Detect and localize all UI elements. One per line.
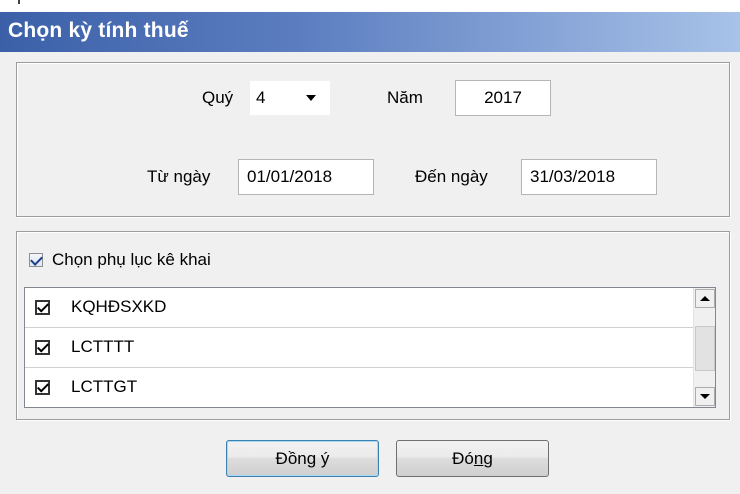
quarter-select[interactable]: 4 [249,80,331,116]
annex-list[interactable]: KQHĐSXKD LCTTTT LCTTGT [24,287,716,408]
annex-item-checkbox[interactable] [35,380,50,395]
list-scrollbar[interactable] [693,288,715,407]
annex-item-checkbox[interactable] [35,340,50,355]
ok-button[interactable]: Đồn g ý [226,440,379,477]
ok-label-suffix: ý [316,448,330,468]
list-item[interactable]: LCTTTT [25,328,693,368]
close-button[interactable]: Đó n g [396,440,549,477]
list-item[interactable]: LCTTGT [25,368,693,408]
list-item[interactable]: KQHĐSXKD [25,288,693,328]
triangle-up-icon [700,296,710,301]
triangle-down-icon [700,394,710,399]
scroll-up-button[interactable] [695,289,715,308]
from-date-label: Từ ngày [147,167,211,186]
title-bar[interactable]: Chọn kỳ tính thuế [0,12,740,52]
quarter-value: 4 [256,88,266,107]
annex-item-checkbox[interactable] [35,300,50,315]
dialog-title: Chọn kỳ tính thuế [8,19,189,42]
select-annex-checkbox[interactable] [29,253,43,267]
year-label: Năm [387,88,423,107]
quarter-label: Quý [202,88,234,107]
ok-label-prefix: Đồn [275,448,307,468]
top-strip [0,0,740,12]
scroll-down-button[interactable] [695,387,715,406]
annex-item-label: KQHĐSXKD [71,297,167,316]
close-mnemonic: n [473,448,484,468]
scroll-thumb[interactable] [695,326,715,371]
to-date-label: Đến ngày [415,167,488,186]
year-field[interactable]: 2017 [455,80,551,116]
annex-item-label: LCTTTT [71,337,135,356]
close-label-prefix: Đó [452,448,474,468]
select-annex-label[interactable]: Chọn phụ lục kê khai [52,250,211,270]
to-date-field[interactable]: 31/03/2018 [521,159,657,195]
annex-item-label: LCTTGT [71,377,138,396]
from-date-field[interactable]: 01/01/2018 [238,159,374,195]
ok-mnemonic: g [306,448,317,468]
chevron-down-icon[interactable] [306,95,316,101]
stray-mark [18,0,20,4]
close-label-suffix: g [483,448,493,468]
